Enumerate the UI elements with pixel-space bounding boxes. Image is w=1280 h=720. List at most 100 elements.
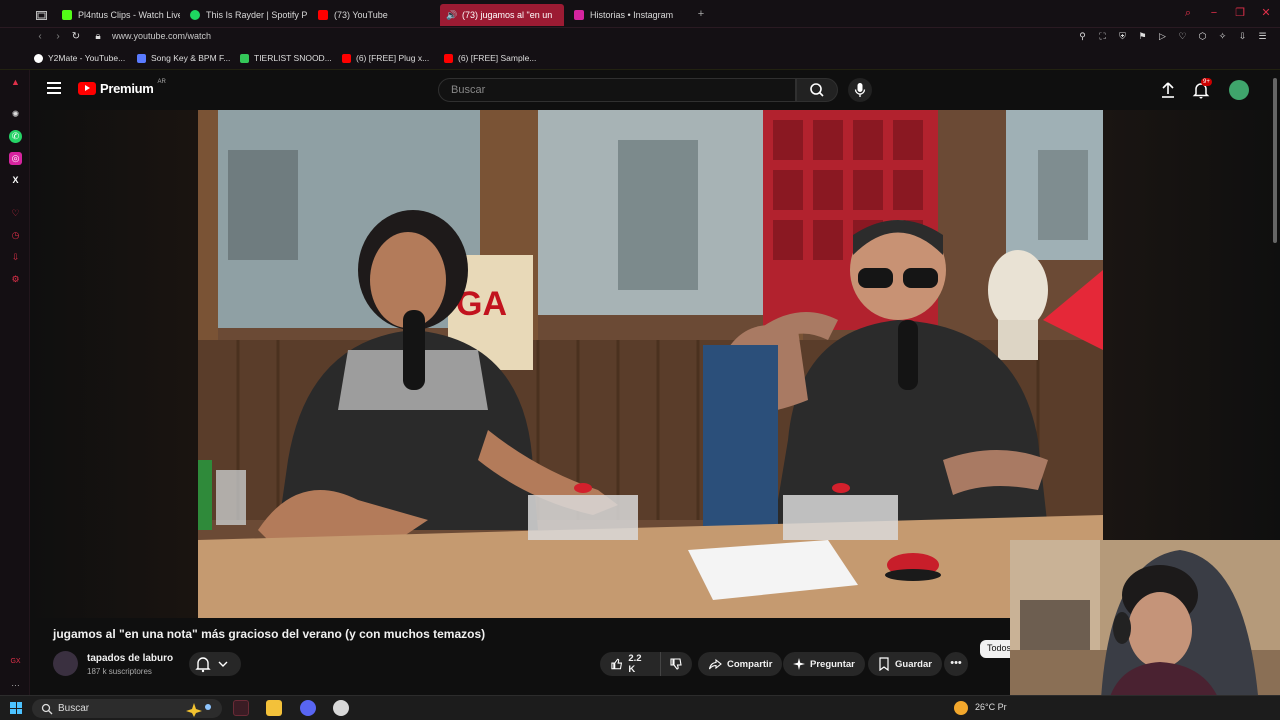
tab-label: (73) jugamos al "en un — [462, 10, 553, 20]
weather-temperature: 26°C — [975, 702, 996, 712]
save-label: Guardar — [895, 658, 932, 670]
file-explorer-icon[interactable] — [266, 700, 282, 716]
more-horizontal-icon: ••• — [950, 657, 962, 669]
new-tab-icon[interactable]: + — [695, 8, 707, 20]
search-tabs-icon[interactable]: ⌕ — [1182, 7, 1194, 19]
mic-icon — [854, 83, 866, 97]
download-icon[interactable]: ⇩ — [9, 251, 22, 264]
video-player[interactable]: GA — [198, 110, 1103, 618]
settings-icon[interactable]: ⚙ — [9, 273, 22, 286]
notifications-button[interactable]: 9+ — [1191, 78, 1212, 100]
voice-search-button[interactable] — [848, 78, 872, 102]
ambient-left — [30, 110, 198, 618]
bookmark-label: (6) [FREE] Plug x... — [356, 53, 430, 63]
like-button[interactable]: 2.2 K — [600, 652, 660, 676]
search-button[interactable] — [796, 78, 838, 102]
video-frame: GA — [198, 110, 1103, 618]
instagram-icon — [574, 10, 584, 20]
bookmark-item[interactable]: (6) [FREE] Plug x... — [342, 53, 429, 63]
heart-icon[interactable]: ♡ — [9, 207, 22, 220]
share-button[interactable]: Compartir — [698, 652, 783, 676]
vpn-icon[interactable]: ⛨ — [1117, 31, 1128, 42]
tab-bar: Pl4ntus Clips - Watch Live This Is Rayde… — [0, 0, 1280, 28]
upload-button[interactable] — [1158, 80, 1178, 100]
whatsapp-icon[interactable]: ✆ — [9, 130, 22, 143]
forward-icon[interactable]: › — [52, 31, 64, 43]
bookmark-item[interactable]: Y2Mate - YouTube... — [34, 53, 125, 63]
dislike-button[interactable] — [660, 652, 692, 676]
puzzle-icon[interactable]: ✧ — [1217, 31, 1228, 42]
extensions-icon[interactable]: ⬡ — [1197, 31, 1208, 42]
upload-icon — [1162, 82, 1174, 98]
opera-sidebar: ◔ ▲ ✺ ✆ ◎ X ♡ ◷ ⇩ ⚙ GX … — [0, 0, 30, 695]
opera-gx-taskbar-icon[interactable] — [233, 700, 249, 716]
bookmark-label: Song Key & BPM F... — [151, 53, 231, 63]
tab-spotify[interactable]: This Is Rayder | Spotify Pl — [184, 4, 308, 26]
bookmark-icon — [879, 657, 889, 671]
plus-icon — [240, 53, 249, 63]
channel-name[interactable]: tapados de laburo — [87, 653, 173, 664]
save-button[interactable]: Guardar — [868, 652, 942, 676]
toolbar-icons: ⚲ ⛶ ⛨ ⚑ ▷ ♡ ⬡ ✧ ⇩ ☰ — [1077, 31, 1268, 42]
music-icon — [137, 53, 146, 63]
window-controls: ⌕ − ❐ ✕ — [1182, 7, 1272, 19]
bookmark-item[interactable]: (6) [FREE] Sample... — [444, 53, 536, 63]
back-icon[interactable]: ‹ — [34, 31, 46, 43]
play-icon[interactable]: ▷ — [1157, 31, 1168, 42]
tab-label: Pl4ntus Clips - Watch Live — [78, 10, 180, 20]
more-icon[interactable]: … — [9, 677, 22, 690]
taskbar-search[interactable]: Buscar — [32, 699, 222, 718]
reload-icon[interactable]: ↻ — [70, 31, 82, 43]
bookmark-item[interactable]: TIERLIST SNOOD... — [240, 53, 332, 63]
account-avatar[interactable] — [1229, 80, 1249, 100]
maximize-icon[interactable]: ❐ — [1234, 7, 1246, 19]
kick-icon — [62, 10, 72, 20]
workspace-icon[interactable] — [36, 4, 50, 26]
notification-badge: 9+ — [1201, 78, 1212, 86]
ask-label: Preguntar — [810, 658, 855, 670]
instagram-icon[interactable]: ◎ — [9, 152, 22, 165]
heart-icon[interactable]: ♡ — [1177, 31, 1188, 42]
search-input[interactable] — [451, 79, 795, 101]
menu-icon[interactable]: ☰ — [1257, 31, 1268, 42]
chevron-down-icon — [218, 661, 228, 667]
minimize-icon[interactable]: − — [1208, 7, 1220, 19]
subscription-bell-button[interactable] — [189, 652, 241, 676]
subscriber-count: 187 k suscriptores — [87, 667, 152, 676]
like-count: 2.2 K — [628, 653, 642, 675]
copilot-decoration-icon — [186, 703, 211, 717]
page-scrollbar[interactable] — [1273, 78, 1277, 243]
tab-instagram[interactable]: Historias • Instagram — [568, 4, 692, 26]
close-icon[interactable]: ✕ — [1260, 7, 1272, 19]
tab-kick[interactable]: Pl4ntus Clips - Watch Live — [56, 4, 180, 26]
youtube-logo[interactable]: Premium AR — [78, 79, 166, 96]
speaker-icon: 🔊 — [446, 10, 458, 20]
x-icon[interactable]: X — [9, 174, 22, 187]
gx-icon[interactable]: GX — [9, 655, 22, 668]
search-box — [438, 78, 796, 102]
ask-button[interactable]: Preguntar — [783, 652, 865, 676]
bag-icon[interactable]: ▲ — [9, 76, 22, 89]
pin-icon[interactable]: ⚲ — [1077, 31, 1088, 42]
tab-active-video[interactable]: 🔊 (73) jugamos al "en un — [440, 4, 564, 26]
channel-avatar[interactable] — [53, 651, 78, 676]
windows-start-icon[interactable] — [10, 702, 22, 714]
bookmark-item[interactable]: Song Key & BPM F... — [137, 53, 230, 63]
weather-icon — [954, 701, 968, 715]
history-icon[interactable]: ◷ — [9, 229, 22, 242]
tab-label: This Is Rayder | Spotify Pl — [206, 10, 308, 20]
snapshot-icon[interactable]: ⛶ — [1097, 31, 1108, 42]
discord-icon[interactable] — [300, 700, 316, 716]
bookmark-icon[interactable]: ⚑ — [1137, 31, 1148, 42]
youtube-play-icon — [78, 82, 96, 95]
chatgpt-icon[interactable]: ✺ — [9, 108, 22, 121]
download-icon[interactable]: ⇩ — [1237, 31, 1248, 42]
lock-icon: 🔒︎ — [95, 31, 101, 42]
bookmark-label: (6) [FREE] Sample... — [458, 53, 537, 63]
obs-icon[interactable] — [333, 700, 349, 716]
more-actions-button[interactable]: ••• — [944, 652, 968, 676]
youtube-icon — [342, 53, 351, 63]
hamburger-menu-icon[interactable] — [47, 82, 61, 94]
tab-youtube[interactable]: (73) YouTube — [312, 4, 436, 26]
url-field[interactable]: www.youtube.com/watch — [112, 31, 211, 41]
